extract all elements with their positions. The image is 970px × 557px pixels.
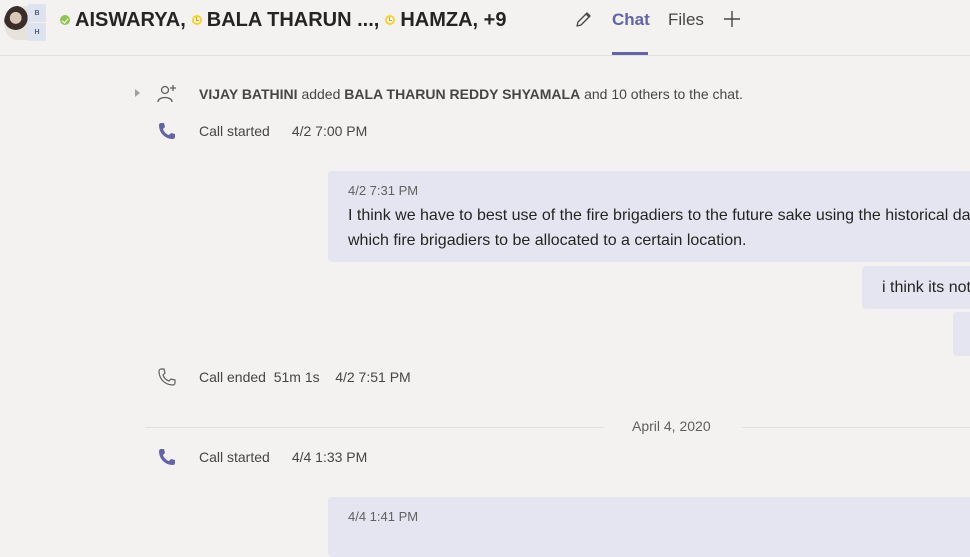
call-started-event: Call started 4/2 7:00 PM (0, 120, 970, 144)
event-rest: and 10 others to the chat. (584, 86, 743, 102)
call-duration: 51m 1s (273, 369, 320, 385)
members-added-event: VIJAY BATHINI added BALA THARUN REDDY SH… (0, 83, 970, 107)
event-text: Call started 4/2 7:00 PM (199, 123, 367, 139)
tab-chat[interactable]: Chat (612, 10, 650, 30)
event-text: Call started 4/4 1:33 PM (199, 449, 367, 465)
date-divider: April 4, 2020 (632, 418, 711, 434)
phone-icon (159, 449, 175, 465)
message-text: which fire brigadiers to be allocated to… (348, 232, 747, 249)
call-label: Call started (199, 123, 270, 139)
chat-title[interactable]: AISWARYA, BALA THARUN ..., HAMZA, +9 (60, 7, 512, 33)
call-started-event: Call started 4/4 1:33 PM (0, 446, 970, 470)
message-text: I think we have to best use of the fire … (348, 207, 970, 224)
message-bubble[interactable]: 4/4 1:41 PM (328, 497, 970, 557)
participant-name: AISWARYA, (75, 8, 186, 31)
target-name[interactable]: BALA THARUN REDDY SHYAMALA (344, 86, 580, 102)
message-timestamp: 4/2 7:31 PM (348, 183, 419, 198)
pencil-icon[interactable] (574, 9, 594, 29)
divider-line (742, 427, 970, 428)
call-time: 4/2 7:51 PM (335, 369, 411, 385)
plus-icon[interactable] (722, 9, 742, 29)
message-timestamp: 4/4 1:41 PM (348, 509, 419, 524)
group-avatar[interactable]: B H (4, 2, 46, 41)
chat-header: B H AISWARYA, BALA THARUN ..., HAMZA, +9… (0, 0, 970, 56)
event-text: VIJAY BATHINI added BALA THARUN REDDY SH… (199, 86, 743, 102)
call-time: 4/2 7:00 PM (291, 123, 368, 139)
avatar-initial-tile: B (28, 4, 46, 22)
divider-line (146, 427, 604, 428)
call-label: Call started (199, 449, 270, 465)
event-text: Call ended 51m 1s 4/2 7:51 PM (199, 369, 411, 385)
message-text: i think its not (882, 279, 970, 296)
message-bubble[interactable] (953, 312, 970, 356)
participant-name: HAMZA, +9 (400, 8, 507, 31)
phone-icon (158, 368, 176, 386)
avatar-initial-tile: H (28, 23, 46, 41)
add-person-icon (157, 85, 176, 103)
avatar-photo (4, 6, 30, 40)
event-verb: added (301, 86, 341, 102)
message-bubble[interactable]: 4/2 7:31 PM I think we have to best use … (328, 171, 970, 262)
call-time: 4/4 1:33 PM (291, 449, 368, 465)
call-label: Call ended (199, 369, 266, 385)
expand-caret-icon[interactable] (135, 89, 140, 97)
call-ended-event: Call ended 51m 1s 4/2 7:51 PM (0, 366, 970, 390)
message-bubble[interactable]: i think its not (862, 266, 970, 309)
tab-files[interactable]: Files (668, 10, 704, 30)
away-status-icon (385, 15, 396, 25)
participant-name: BALA THARUN ..., (206, 8, 380, 31)
active-tab-indicator (612, 52, 648, 55)
phone-icon (159, 123, 175, 139)
away-status-icon (191, 15, 202, 25)
available-status-icon (60, 15, 70, 25)
actor-name[interactable]: VIJAY BATHINI (199, 86, 298, 102)
